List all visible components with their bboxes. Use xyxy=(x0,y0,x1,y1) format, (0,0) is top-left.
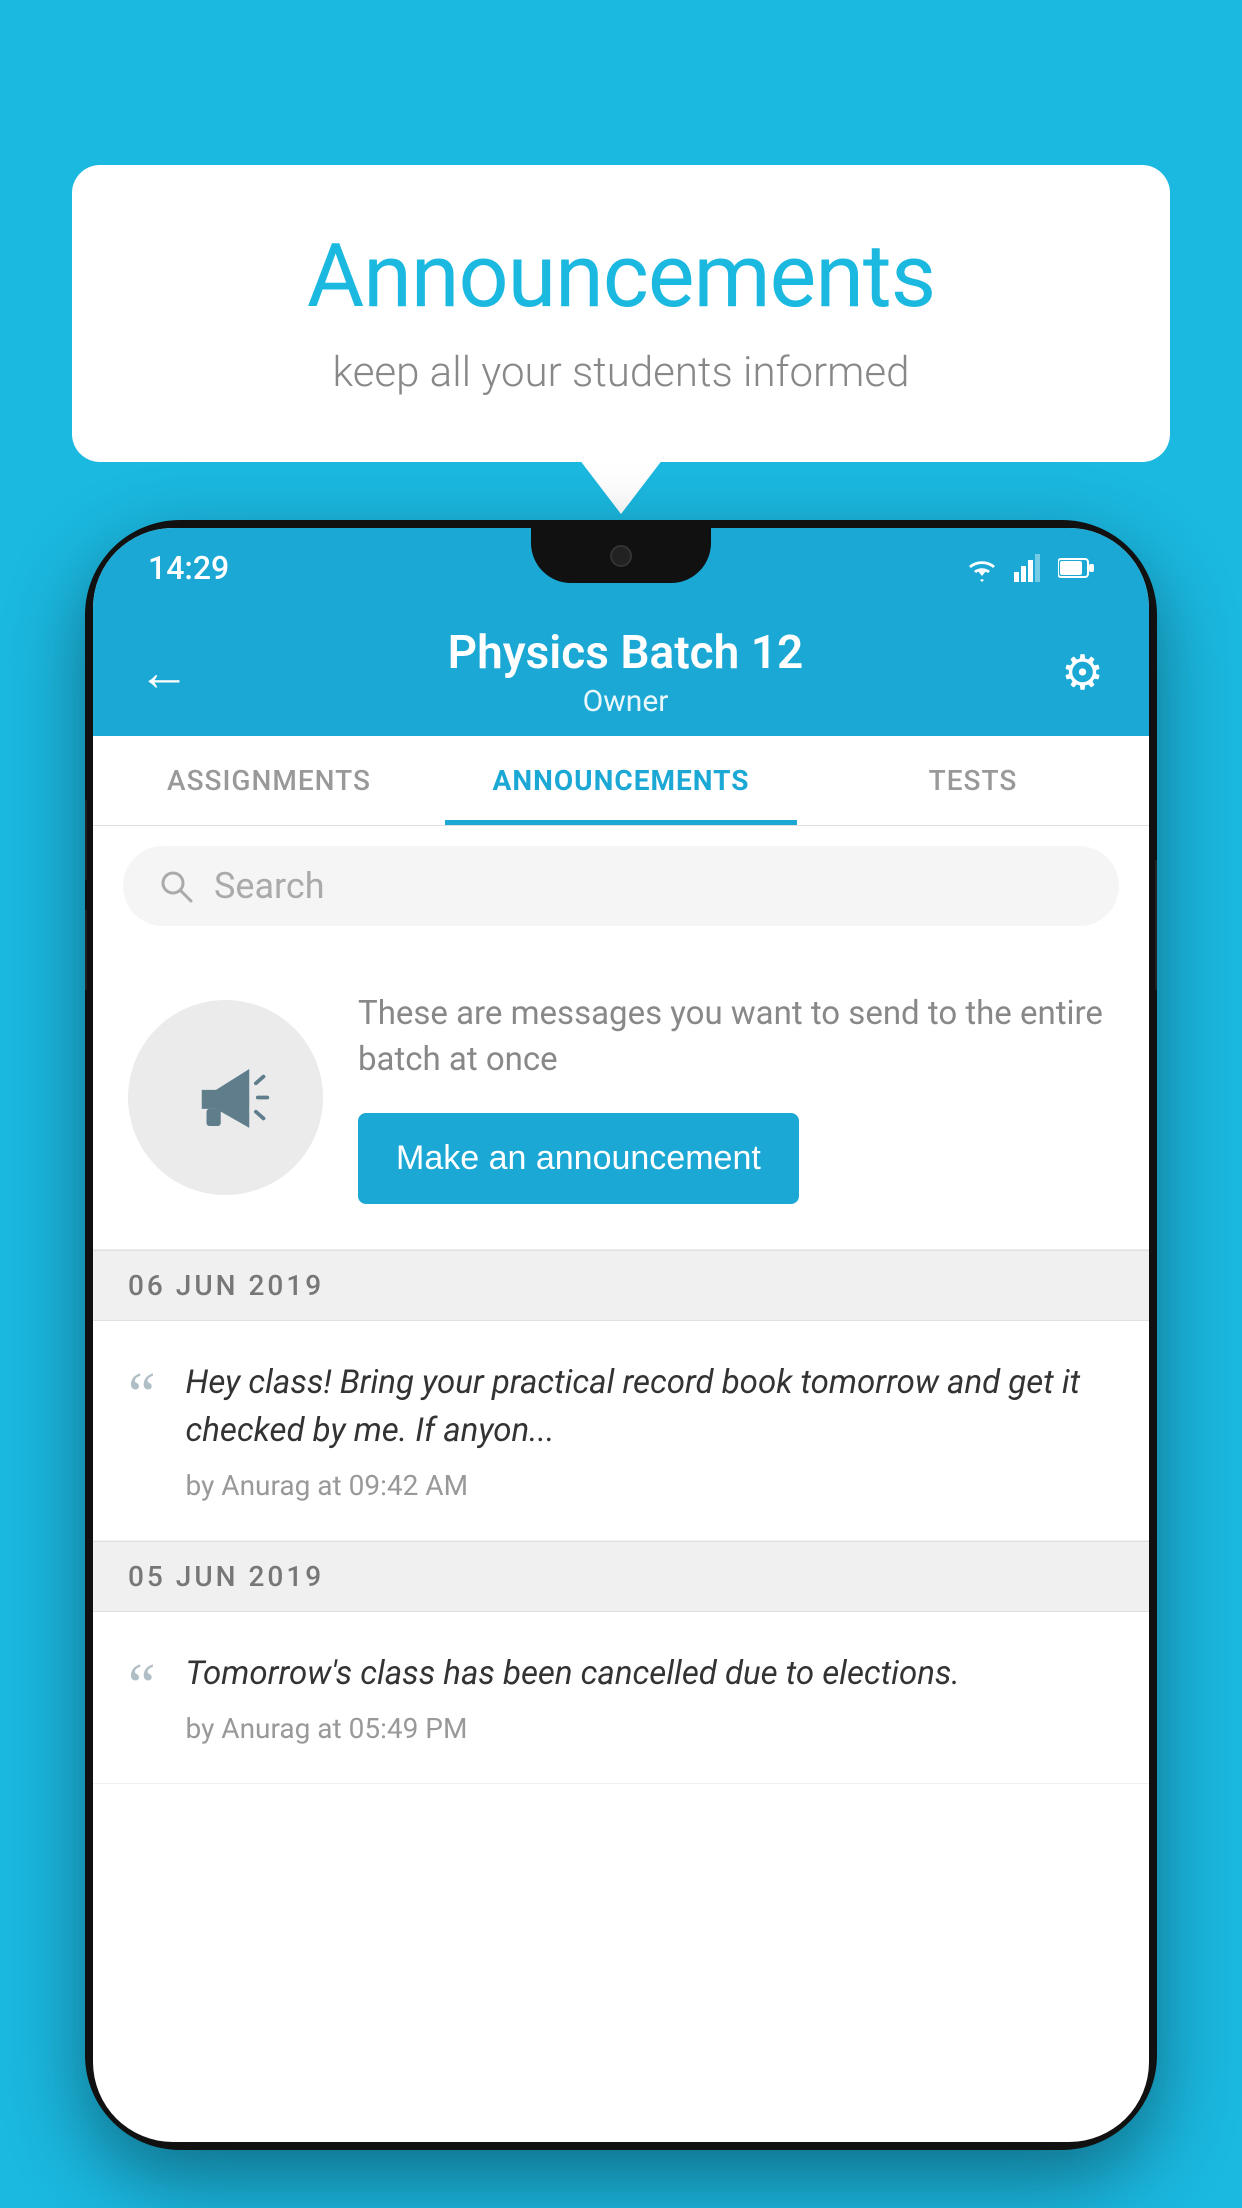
announcement-item-1: “ Hey class! Bring your practical record… xyxy=(93,1321,1149,1541)
speech-bubble-section: Announcements keep all your students inf… xyxy=(72,165,1170,462)
battery-icon xyxy=(1058,557,1094,579)
announcement-description: These are messages you want to send to t… xyxy=(358,991,1114,1083)
announcement-icon-circle xyxy=(128,1000,323,1195)
announcement-prompt: These are messages you want to send to t… xyxy=(93,946,1149,1250)
tab-announcements[interactable]: ANNOUNCEMENTS xyxy=(445,736,797,825)
quote-icon-2: “ xyxy=(128,1655,156,1717)
status-time: 14:29 xyxy=(148,549,229,587)
bubble-subtitle: keep all your students informed xyxy=(152,348,1090,397)
status-bar: 14:29 xyxy=(93,528,1149,608)
search-icon xyxy=(158,868,194,904)
status-icons xyxy=(964,554,1094,582)
volume-up-button xyxy=(85,800,87,880)
tab-tests[interactable]: TESTS xyxy=(797,736,1149,825)
announcement-message-2: Tomorrow's class has been cancelled due … xyxy=(186,1650,1114,1698)
app-header: ← Physics Batch 12 Owner ⚙ xyxy=(93,608,1149,736)
back-button[interactable]: ← xyxy=(138,642,190,703)
announcement-meta-2: by Anurag at 05:49 PM xyxy=(186,1712,1114,1745)
signal-icon xyxy=(1014,554,1044,582)
volume-down-button xyxy=(85,910,87,990)
phone-container: 14:29 xyxy=(85,520,1157,2208)
quote-icon-1: “ xyxy=(128,1364,156,1426)
make-announcement-button[interactable]: Make an announcement xyxy=(358,1113,799,1204)
megaphone-icon xyxy=(178,1050,273,1145)
settings-button[interactable]: ⚙ xyxy=(1061,644,1104,701)
bubble-title: Announcements xyxy=(152,225,1090,328)
camera-notch xyxy=(610,545,632,567)
announcement-right: These are messages you want to send to t… xyxy=(358,991,1114,1204)
phone-mockup: 14:29 xyxy=(85,520,1157,2150)
search-bar-container: Search xyxy=(93,826,1149,946)
tab-bar: ASSIGNMENTS ANNOUNCEMENTS TESTS xyxy=(93,736,1149,826)
search-placeholder: Search xyxy=(214,865,325,907)
date-separator-1: 06 JUN 2019 xyxy=(93,1250,1149,1321)
header-title: Physics Batch 12 xyxy=(448,626,804,680)
power-button xyxy=(1155,860,1157,990)
announcement-text-block-1: Hey class! Bring your practical record b… xyxy=(186,1359,1114,1502)
phone-screen: 14:29 xyxy=(93,528,1149,2142)
wifi-icon xyxy=(964,554,1000,582)
notch xyxy=(531,528,711,583)
announcement-item-2: “ Tomorrow's class has been cancelled du… xyxy=(93,1612,1149,1784)
announcement-text-block-2: Tomorrow's class has been cancelled due … xyxy=(186,1650,1114,1745)
header-center: Physics Batch 12 Owner xyxy=(448,626,804,719)
header-subtitle: Owner xyxy=(448,684,804,719)
search-bar[interactable]: Search xyxy=(123,846,1119,926)
date-separator-2: 05 JUN 2019 xyxy=(93,1541,1149,1612)
announcement-meta-1: by Anurag at 09:42 AM xyxy=(186,1469,1114,1502)
tab-assignments[interactable]: ASSIGNMENTS xyxy=(93,736,445,825)
speech-bubble: Announcements keep all your students inf… xyxy=(72,165,1170,462)
announcement-message-1: Hey class! Bring your practical record b… xyxy=(186,1359,1114,1455)
